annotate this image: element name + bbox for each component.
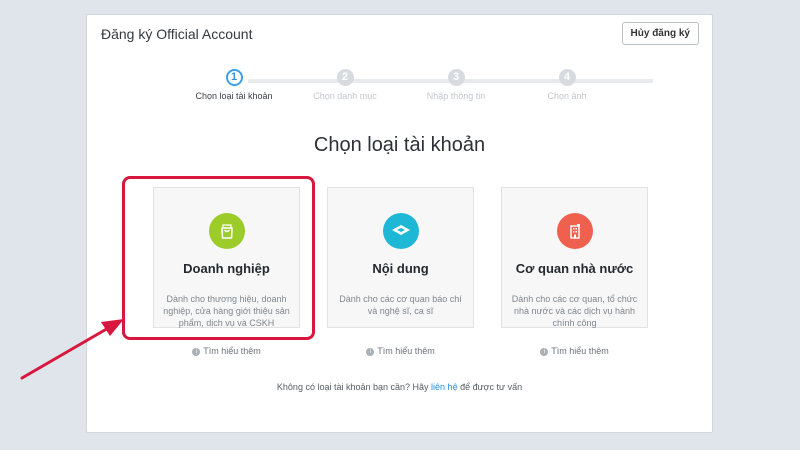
building-icon [556, 213, 593, 249]
stepper: 1 Chọn loại tài khoản 2 Chọn danh mục 3 … [87, 67, 712, 107]
card-title: Nội dung [372, 261, 429, 276]
contact-link[interactable]: liên hệ [431, 382, 458, 392]
learn-more-label: Tìm hiểu thêm [203, 346, 261, 356]
learn-more-link-content[interactable]: i Tìm hiểu thêm [327, 346, 474, 356]
card-description: Dành cho thương hiệu, doanh nghiệp, cửa … [163, 294, 290, 328]
account-type-card-government[interactable]: Cơ quan nhà nước Dành cho các cơ quan, t… [501, 187, 648, 328]
info-icon: i [366, 347, 375, 356]
step-2-number: 2 [336, 69, 354, 86]
step-4-number: 4 [558, 69, 576, 86]
info-icon: i [540, 347, 549, 356]
step-3-number: 3 [447, 69, 465, 86]
learn-more-link-business[interactable]: i Tìm hiểu thêm [153, 346, 300, 356]
step-3-label: Nhập thông tin [426, 91, 486, 101]
content-box-icon [382, 213, 419, 249]
learn-more-link-government[interactable]: i Tìm hiểu thêm [501, 346, 648, 356]
step-4-label: Chọn ảnh [547, 91, 587, 101]
step-1-number: 1 [225, 69, 243, 86]
step-2: 2 Chọn danh mục [285, 69, 405, 101]
contact-note-suffix: để được tư vấn [460, 382, 523, 392]
page-title: Đăng ký Official Account [101, 26, 253, 42]
step-3: 3 Nhập thông tin [396, 69, 516, 101]
learn-more-label: Tìm hiểu thêm [551, 346, 609, 356]
account-type-card-content[interactable]: Nội dung Dành cho các cơ quan báo chí và… [327, 187, 474, 328]
step-4: 4 Chọn ảnh [507, 69, 627, 101]
registration-panel: Đăng ký Official Account Hủy đăng ký 1 C… [86, 14, 713, 433]
learn-more-label: Tìm hiểu thêm [377, 346, 435, 356]
step-1: 1 Chọn loại tài khoản [174, 69, 294, 101]
step-1-label: Chọn loại tài khoản [195, 91, 273, 101]
contact-note-prefix: Không có loại tài khoản bạn cần? Hãy [276, 382, 429, 392]
section-title: Chọn loại tài khoản [313, 134, 486, 156]
info-icon: i [192, 347, 201, 356]
card-title: Doanh nghiệp [183, 261, 270, 276]
card-description: Dành cho các cơ quan báo chí và nghệ sĩ,… [339, 294, 462, 316]
card-title: Cơ quan nhà nước [515, 261, 634, 276]
account-type-card-business[interactable]: Doanh nghiệp Dành cho thương hiệu, doanh… [153, 187, 300, 328]
card-description: Dành cho các cơ quan, tổ chức nhà nước v… [511, 294, 638, 328]
cancel-registration-button[interactable]: Hủy đăng ký [621, 22, 699, 45]
shopping-bag-icon [208, 213, 245, 249]
panel-header: Đăng ký Official Account Hủy đăng ký [87, 15, 712, 55]
contact-note: Không có loại tài khoản bạn cần? Hãy liê… [87, 382, 712, 392]
step-2-label: Chọn danh mục [313, 91, 377, 101]
